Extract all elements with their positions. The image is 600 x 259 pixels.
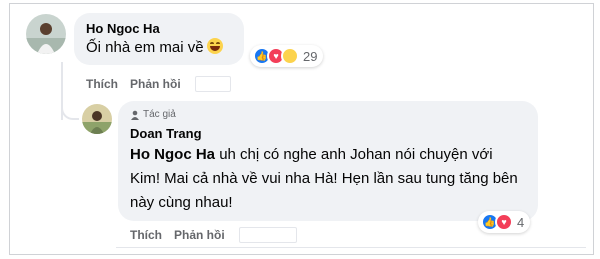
comment-author[interactable]: Doan Trang [130, 126, 202, 141]
reply-button[interactable]: Phản hồi [174, 228, 225, 242]
avatar-doan-trang[interactable] [82, 104, 112, 134]
comment-actions: Thích Phản hồi [130, 227, 297, 243]
reaction-count: 29 [303, 48, 318, 64]
like-button[interactable]: Thích [130, 228, 162, 242]
mention-link[interactable]: Ho Ngoc Ha [130, 146, 215, 163]
rolling-laughing-emoji-icon [206, 38, 223, 54]
comment-text: Ho Ngoc Ha uh chị có nghe anh Johan nói … [130, 143, 520, 215]
divider [116, 247, 586, 248]
timestamp-placeholder [194, 76, 231, 92]
avatar-ho-ngoc-ha[interactable] [26, 14, 66, 54]
author-badge: Tác giả [130, 109, 176, 120]
comment-text-content: Ối nhà em mai về [86, 39, 204, 56]
haha-reaction-icon [281, 47, 299, 65]
like-button[interactable]: Thích [86, 77, 118, 91]
author-badge-label: Tác giả [143, 109, 176, 120]
timestamp-placeholder [238, 227, 297, 243]
love-reaction-icon: ♥ [495, 213, 513, 231]
reply-button[interactable]: Phản hồi [130, 77, 181, 91]
reactions-summary[interactable]: 👍 ♥ 4 [478, 211, 531, 233]
comment-actions: Thích Phản hồi [86, 76, 231, 92]
comment-text: Ối nhà em mai về [86, 36, 223, 60]
reaction-count: 4 [517, 214, 525, 230]
reactions-summary[interactable]: 👍 ♥ 29 [250, 45, 324, 67]
comment-author[interactable]: Ho Ngoc Ha [86, 21, 160, 36]
author-badge-icon [131, 110, 139, 120]
